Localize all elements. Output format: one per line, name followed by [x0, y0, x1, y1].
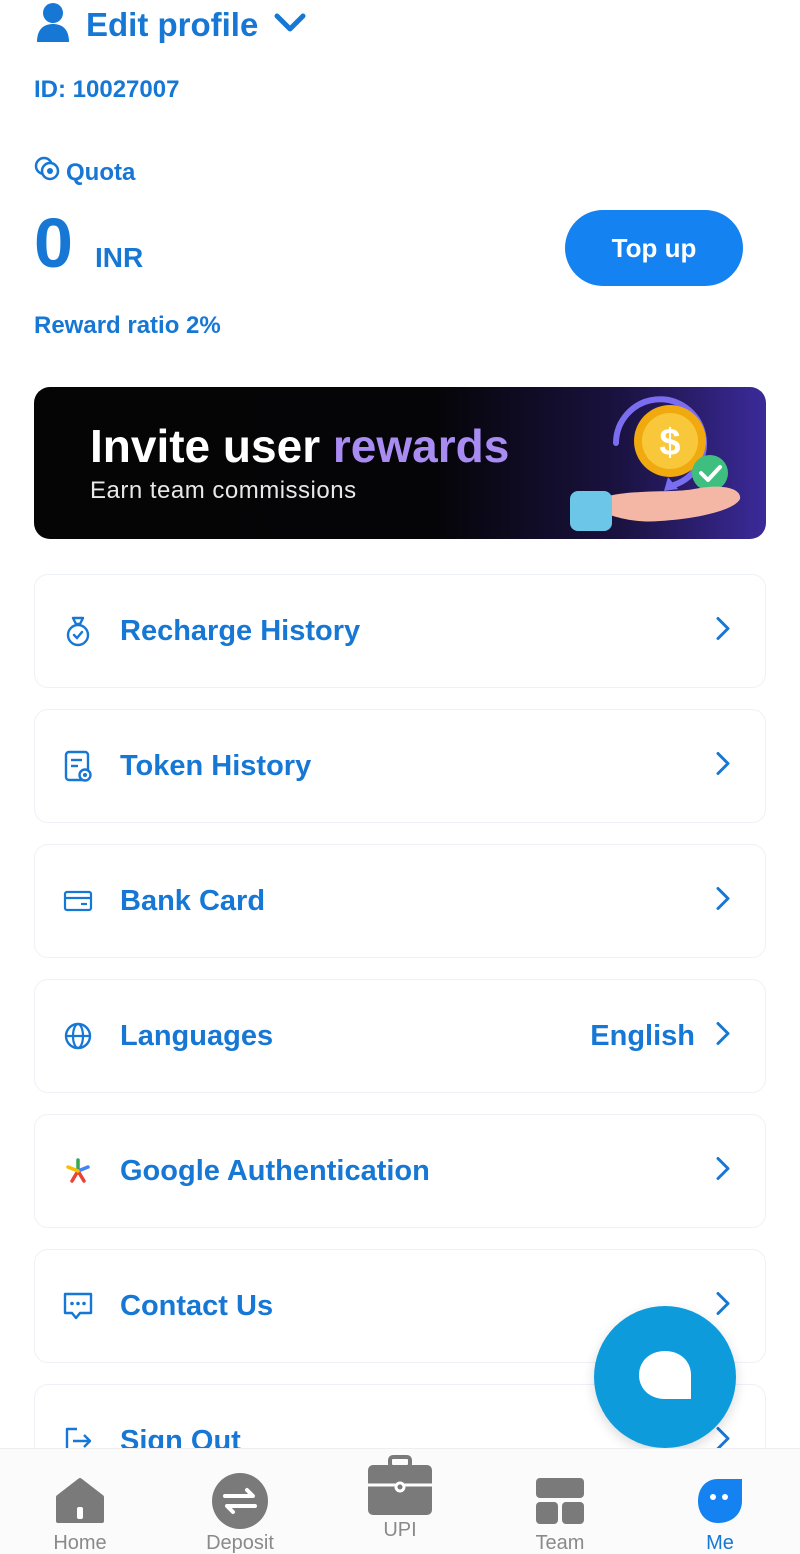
chevron-right-icon [715, 751, 731, 782]
menu-item-label: Token History [120, 749, 312, 782]
user-icon [36, 2, 70, 49]
chevron-right-icon [715, 1021, 731, 1052]
menu-item-label: Google Authentication [120, 1154, 430, 1187]
nav-label: Team [535, 1532, 585, 1554]
nav-tab-deposit[interactable]: Deposit [160, 1449, 320, 1554]
document-icon [61, 749, 95, 783]
top-up-button[interactable]: Top up [565, 210, 743, 286]
nav-label: Me [706, 1532, 734, 1554]
nav-tab-team[interactable]: Team [480, 1449, 640, 1554]
chat-support-button[interactable] [594, 1306, 736, 1448]
balance-currency: INR [94, 242, 144, 273]
menu-item-google-authentication[interactable]: Google Authentication [34, 1114, 766, 1228]
chevron-down-icon[interactable] [274, 12, 306, 39]
edit-profile-header[interactable]: Edit profile [36, 2, 306, 48]
menu-item-label: Bank Card [120, 884, 266, 917]
google-auth-icon [61, 1154, 95, 1188]
banner-title-main: Invite user [90, 420, 333, 472]
nav-label: Deposit [206, 1532, 274, 1554]
chat-icon [61, 1289, 95, 1323]
menu-item-label: Recharge History [120, 614, 361, 647]
chevron-right-icon [715, 1291, 731, 1322]
transfer-icon [211, 1471, 269, 1530]
banner-title-accent: rewards [332, 420, 510, 472]
quota-label: Quota [34, 156, 135, 189]
banner-title: Invite user rewards [90, 419, 509, 473]
chevron-right-icon [715, 886, 731, 917]
menu-item-label: Languages [120, 1019, 274, 1052]
chevron-right-icon [715, 1156, 731, 1187]
coins-icon [34, 156, 62, 189]
globe-icon [61, 1019, 95, 1053]
menu-item-token-history[interactable]: Token History [34, 709, 766, 823]
language-value: English [590, 1019, 695, 1052]
menu-item-recharge-history[interactable]: Recharge History [34, 574, 766, 688]
nav-tab-upi[interactable]: UPI [320, 1449, 480, 1554]
nav-label: UPI [383, 1519, 417, 1541]
menu-item-bank-card[interactable]: Bank Card [34, 844, 766, 958]
card-icon [61, 884, 95, 918]
user-id: ID: 10027007 [34, 76, 180, 103]
briefcase-icon [366, 1455, 434, 1517]
coin-hand-illustration-icon: $ [564, 393, 754, 538]
bottom-navigation: Home Deposit UPI Team Me [0, 1448, 800, 1554]
nav-label: Home [53, 1532, 107, 1554]
chevron-right-icon [715, 616, 731, 647]
nav-tab-me[interactable]: Me [640, 1449, 800, 1554]
home-icon [54, 1471, 106, 1530]
invite-rewards-banner[interactable]: Invite user rewards Earn team commission… [34, 387, 766, 539]
team-grid-icon [534, 1471, 586, 1530]
me-face-icon [696, 1471, 744, 1530]
page-title: Edit profile [86, 6, 259, 43]
menu-item-label: Contact Us [120, 1289, 274, 1322]
reward-ratio: Reward ratio 2% [34, 312, 221, 339]
menu-item-languages[interactable]: Languages English [34, 979, 766, 1093]
balance-amount: 0 [34, 204, 73, 282]
balance: 0 INR [34, 208, 143, 278]
svg-text:$: $ [659, 422, 680, 464]
banner-subtitle: Earn team commissions [90, 477, 357, 504]
nav-tab-home[interactable]: Home [0, 1449, 160, 1554]
chat-bubble-icon [637, 1349, 693, 1406]
money-bag-icon [61, 614, 95, 648]
quota-label-text: Quota [66, 158, 136, 186]
